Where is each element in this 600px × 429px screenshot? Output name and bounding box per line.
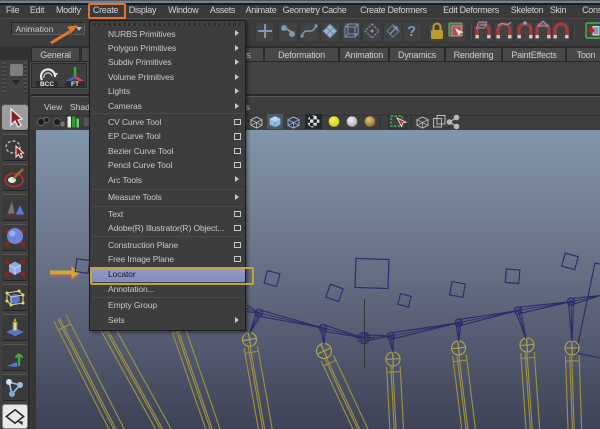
svg-text:?: ? — [407, 23, 416, 40]
